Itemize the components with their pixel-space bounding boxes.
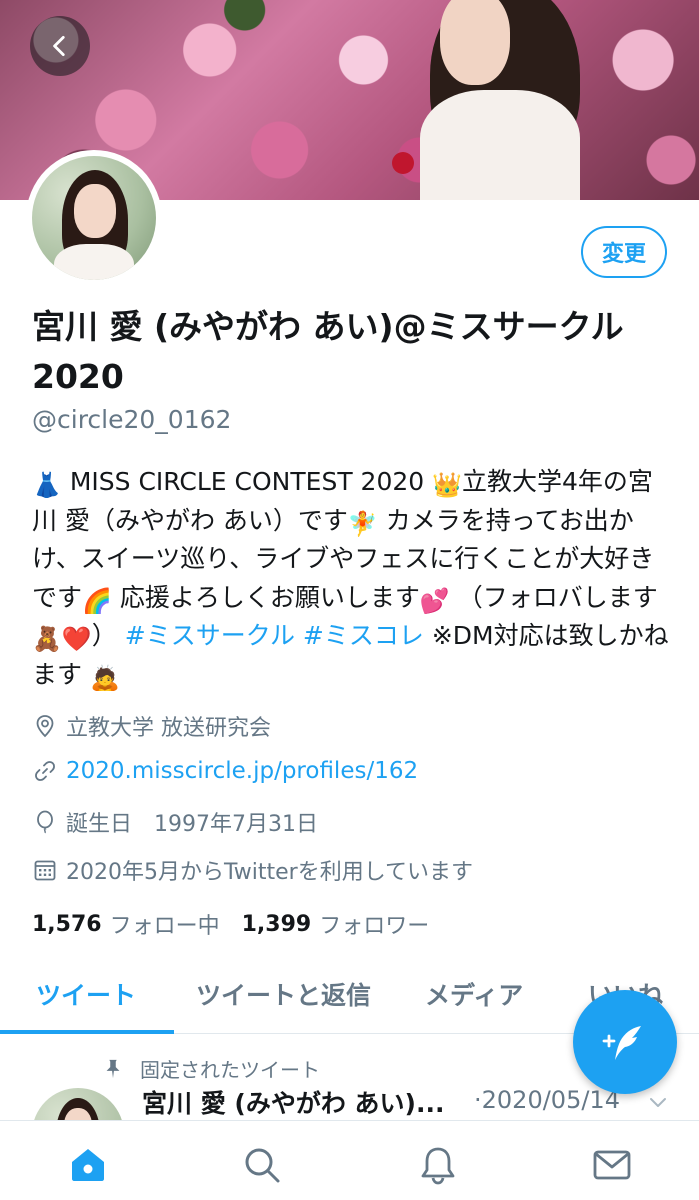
search-icon <box>245 1148 280 1183</box>
location-text: 立教大学 放送研究会 <box>66 716 271 741</box>
following-label: フォロー中 <box>109 914 220 939</box>
tweet-menu-button[interactable] <box>646 1090 670 1114</box>
profile-avatar[interactable] <box>26 150 162 286</box>
teddy-bear-emoji-icon: 🧸 <box>32 625 62 653</box>
pinned-tweet-label: 固定されたツイート <box>102 1054 320 1083</box>
banner-flower <box>392 152 414 174</box>
red-heart-emoji-icon: ❤️ <box>61 625 92 653</box>
profile-website: 2020.misscircle.jp/profiles/162 <box>32 758 418 784</box>
calendar-icon <box>32 857 58 883</box>
location-pin-icon <box>32 713 58 739</box>
chevron-left-icon <box>53 35 65 57</box>
nav-search[interactable] <box>242 1145 282 1185</box>
chevron-down-icon <box>650 1098 666 1107</box>
dress-emoji-icon: 👗 <box>32 471 62 499</box>
bio-text: ） <box>91 621 117 650</box>
following-count: 1,576 <box>32 911 102 937</box>
follow-stats: 1,576 フォロー中 1,399 フォロワー <box>32 908 451 940</box>
website-link[interactable]: 2020.misscircle.jp/profiles/162 <box>66 758 418 784</box>
banner-person-face <box>440 0 510 85</box>
nav-notifications[interactable] <box>418 1145 458 1185</box>
tab-tweets[interactable]: ツイート <box>36 976 136 1012</box>
fairy-emoji-icon: 🧚 <box>347 509 378 538</box>
pin-icon <box>102 1058 124 1080</box>
profile-bio: 👗 MISS CIRCLE CONTEST 2020 👑立教大学4年の宮川 愛（… <box>32 463 672 694</box>
bottom-navigation <box>0 1120 699 1200</box>
balloon-icon <box>32 809 58 835</box>
banner-person-dress <box>420 90 580 200</box>
display-name: 宮川 愛 (みやがわ あい)@ミスサークル2020 <box>32 307 624 396</box>
tab-tweets-and-replies[interactable]: ツイートと返信 <box>196 976 371 1012</box>
edit-profile-button[interactable]: 変更 <box>581 226 667 278</box>
hashtag-link[interactable]: #ミスサークル <box>125 621 295 650</box>
tab-media[interactable]: メディア <box>425 976 523 1012</box>
birthday-value: 1997年7月31日 <box>154 812 318 837</box>
followers-link[interactable]: 1,399 フォロワー <box>242 908 430 940</box>
followers-count: 1,399 <box>241 911 312 937</box>
rainbow-emoji-icon: 🌈 <box>82 586 112 615</box>
bio-text: （フォロバします <box>457 582 658 612</box>
nav-messages[interactable] <box>592 1145 632 1185</box>
avatar-face <box>74 184 116 238</box>
bell-icon <box>421 1147 455 1185</box>
following-link[interactable]: 1,576 フォロー中 <box>32 908 220 940</box>
bio-text: MISS CIRCLE CONTEST 2020 <box>69 467 425 496</box>
profile-join-date: 2020年5月からTwitterを利用しています <box>32 854 473 886</box>
tweet-date: ·2020/05/14 <box>474 1086 620 1114</box>
birthday-label: 誕生日 <box>66 812 133 837</box>
hashtag-link[interactable]: #ミスコレ <box>303 621 424 650</box>
compose-tweet-button[interactable] <box>573 990 677 1094</box>
bowing-person-emoji-icon: 🙇 <box>89 663 120 692</box>
home-icon <box>72 1149 104 1181</box>
followers-label: フォロワー <box>319 914 430 939</box>
bio-text: 応援よろしくお願いします <box>119 582 420 612</box>
user-handle: @circle20_0162 <box>32 405 232 434</box>
compose-feather-icon <box>602 1026 641 1060</box>
crown-emoji-icon: 👑 <box>432 471 463 499</box>
back-button[interactable] <box>30 16 90 76</box>
pinned-label-text: 固定されたツイート <box>140 1058 320 1082</box>
link-icon <box>32 758 58 784</box>
avatar-body <box>54 244 134 280</box>
join-date-text: 2020年5月からTwitterを利用しています <box>66 860 474 885</box>
avatar-photo <box>32 156 156 280</box>
profile-birthday: 誕生日 1997年7月31日 <box>32 806 318 838</box>
nav-home[interactable] <box>68 1145 108 1185</box>
profile-location: 立教大学 放送研究会 <box>32 710 271 742</box>
mail-icon <box>593 1150 631 1180</box>
tweet-author-name[interactable]: 宮川 愛 (みやがわ あい)... <box>142 1084 444 1120</box>
two-hearts-emoji-icon: 💕 <box>419 586 450 615</box>
active-tab-indicator <box>0 1030 174 1034</box>
